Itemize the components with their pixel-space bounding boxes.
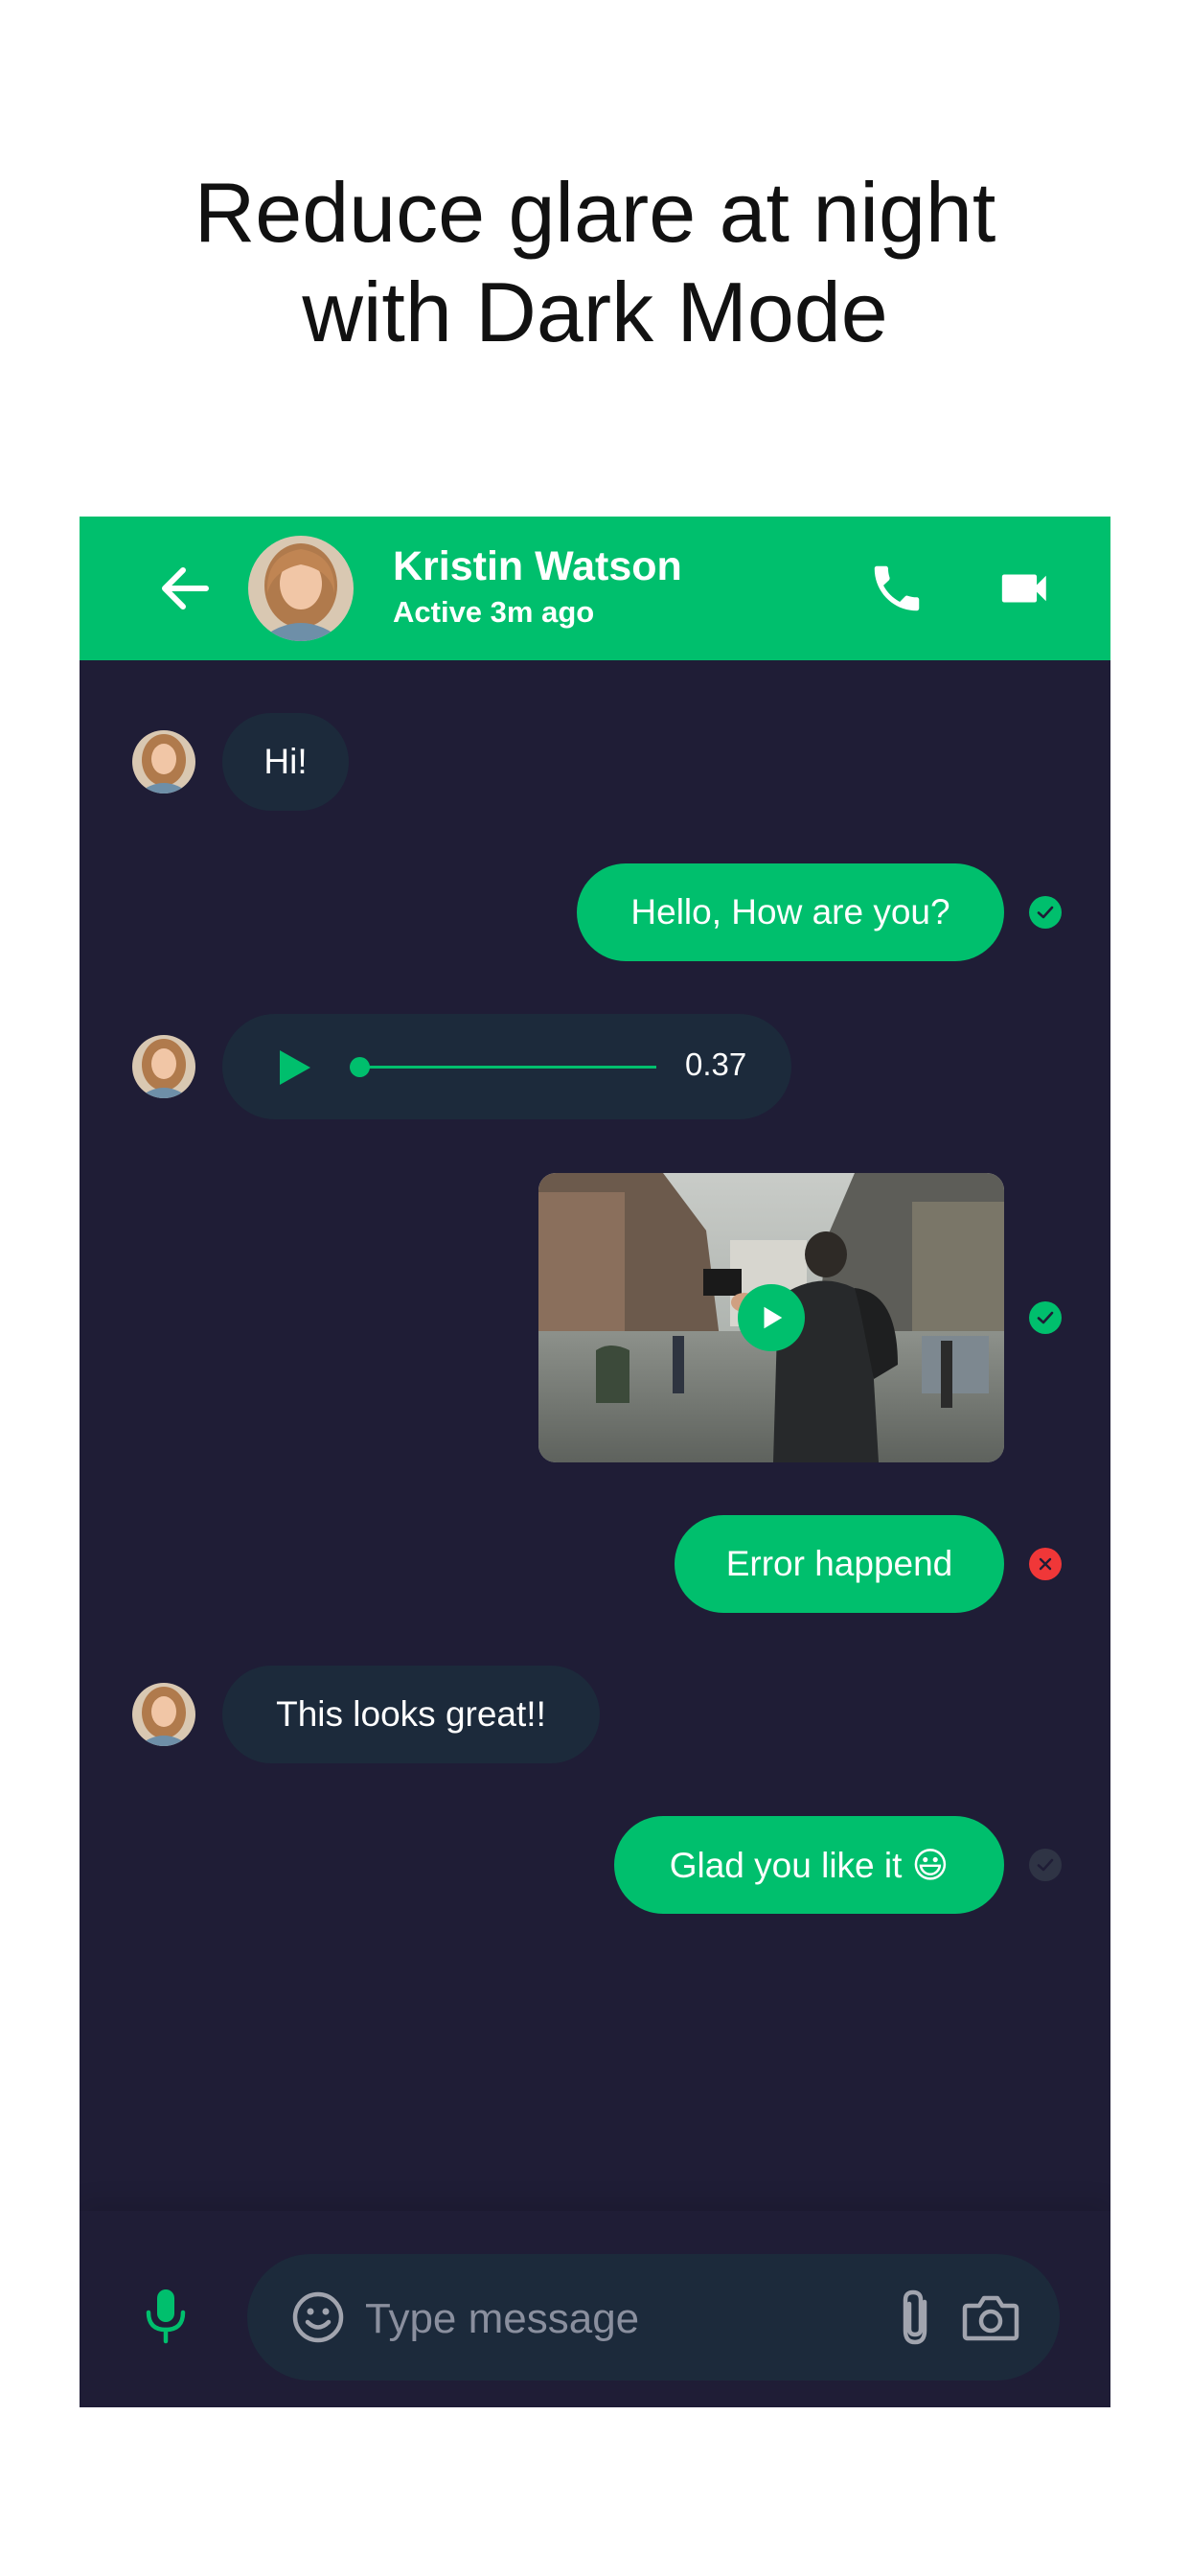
attachment-icon[interactable] xyxy=(894,2287,940,2348)
app-bar: Kristin Watson Active 3m ago xyxy=(80,517,1110,660)
emoji-icon[interactable] xyxy=(291,2290,345,2344)
headline-line-2: with Dark Mode xyxy=(302,264,888,359)
message-bubble-outgoing[interactable]: Glad you like it 😃 xyxy=(614,1816,1004,1914)
audio-message: 0.37 xyxy=(222,1014,791,1119)
message-text: Hi! xyxy=(263,742,308,781)
message-bubble-outgoing[interactable]: Hello, How are you? xyxy=(577,863,1004,961)
microphone-icon[interactable] xyxy=(143,2288,189,2345)
headline-line-1: Reduce glare at night xyxy=(194,165,996,260)
audio-progress-track[interactable] xyxy=(359,1066,656,1069)
contact-name: Kristin Watson xyxy=(393,543,682,589)
camera-icon[interactable] xyxy=(962,2290,1019,2344)
message-composer: Type message xyxy=(80,2211,1110,2407)
contact-avatar[interactable] xyxy=(248,536,354,641)
play-icon[interactable] xyxy=(276,1048,312,1087)
video-message[interactable] xyxy=(538,1173,1004,1462)
audio-duration: 0.37 xyxy=(685,1046,747,1082)
sender-avatar xyxy=(132,730,195,794)
contact-status: Active 3m ago xyxy=(393,595,595,629)
message-input[interactable]: Type message xyxy=(247,2254,1060,2380)
message-text: This looks great!! xyxy=(276,1694,546,1734)
headline: Reduce glare at night with Dark Mode xyxy=(0,163,1190,362)
video-camera-icon[interactable] xyxy=(997,561,1053,616)
chat-screen: Kristin Watson Active 3m ago Hi! Hello, … xyxy=(80,517,1110,2407)
message-text: Error happend xyxy=(725,1544,953,1583)
message-bubble-incoming[interactable]: This looks great!! xyxy=(222,1666,600,1763)
viewed-status-icon xyxy=(1029,1301,1062,1334)
back-arrow-icon[interactable] xyxy=(158,562,212,615)
message-placeholder: Type message xyxy=(365,2295,640,2342)
message-bubble-outgoing[interactable]: Error happend xyxy=(675,1515,1004,1613)
phone-icon[interactable] xyxy=(867,559,927,618)
sender-avatar xyxy=(132,1035,195,1098)
message-text: Hello, How are you? xyxy=(630,892,950,932)
sender-avatar xyxy=(132,1683,195,1746)
audio-progress-knob[interactable] xyxy=(350,1057,370,1077)
viewed-status-icon xyxy=(1029,896,1062,929)
error-status-icon[interactable] xyxy=(1029,1548,1062,1580)
message-bubble-incoming[interactable]: Hi! xyxy=(222,713,349,811)
play-icon xyxy=(764,1306,783,1329)
message-text: Glad you like it 😃 xyxy=(669,1845,950,1885)
not-viewed-status-icon xyxy=(1029,1849,1062,1881)
video-play-button[interactable] xyxy=(738,1284,805,1351)
